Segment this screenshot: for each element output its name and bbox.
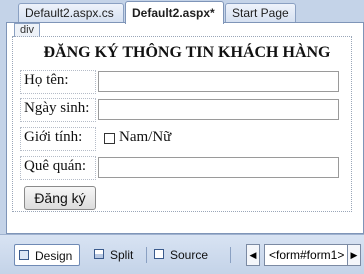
gender-checkbox[interactable]: [104, 133, 115, 144]
name-label: Họ tên:: [24, 72, 69, 88]
tab-start-page[interactable]: Start Page: [225, 3, 296, 22]
design-view-button[interactable]: Design: [14, 244, 80, 266]
hometown-input[interactable]: [98, 157, 339, 178]
tab-default2-aspx[interactable]: Default2.aspx*: [125, 1, 224, 24]
split-view-button[interactable]: Split: [90, 244, 142, 266]
toolbar-separator: [146, 247, 147, 263]
chevron-left-icon: ◀: [249, 250, 257, 260]
next-tag-button[interactable]: ▶: [347, 244, 361, 266]
chevron-right-icon: ▶: [350, 250, 358, 260]
source-view-button[interactable]: Source: [150, 244, 216, 266]
birthdate-input[interactable]: [98, 99, 339, 120]
form-title: ĐĂNG KÝ THÔNG TIN KHÁCH HÀNG: [43, 44, 331, 61]
split-view-icon: [94, 249, 104, 259]
hometown-label: Quê quán:: [24, 158, 87, 174]
source-view-label: Source: [170, 248, 209, 262]
tab-label: Default2.aspx*: [132, 6, 215, 20]
tab-label: Start Page: [232, 6, 289, 20]
design-view-label: Design: [35, 249, 73, 263]
previous-tag-button[interactable]: ◀: [246, 244, 260, 266]
register-button[interactable]: Đăng ký: [24, 186, 96, 210]
document-tab-strip: Default2.aspx.cs Default2.aspx* Start Pa…: [0, 0, 364, 24]
view-toolbar: Design Split Source ◀ <form#form1> ▶: [0, 234, 364, 274]
split-view-label: Split: [110, 248, 134, 262]
tab-default2-aspx-cs[interactable]: Default2.aspx.cs: [18, 3, 124, 22]
source-view-icon: [154, 249, 164, 259]
gender-label: Giới tính:: [24, 129, 83, 145]
tab-label: Default2.aspx.cs: [25, 6, 114, 20]
tag-breadcrumb[interactable]: <form#form1>: [264, 244, 350, 266]
toolbar-separator: [230, 247, 231, 263]
design-view-icon: [19, 250, 29, 260]
element-tag-label[interactable]: div: [14, 23, 41, 37]
name-input[interactable]: [98, 71, 339, 92]
gender-checkbox-label[interactable]: Nam/Nữ: [119, 129, 171, 146]
birthdate-label: Ngày sinh:: [24, 100, 90, 116]
